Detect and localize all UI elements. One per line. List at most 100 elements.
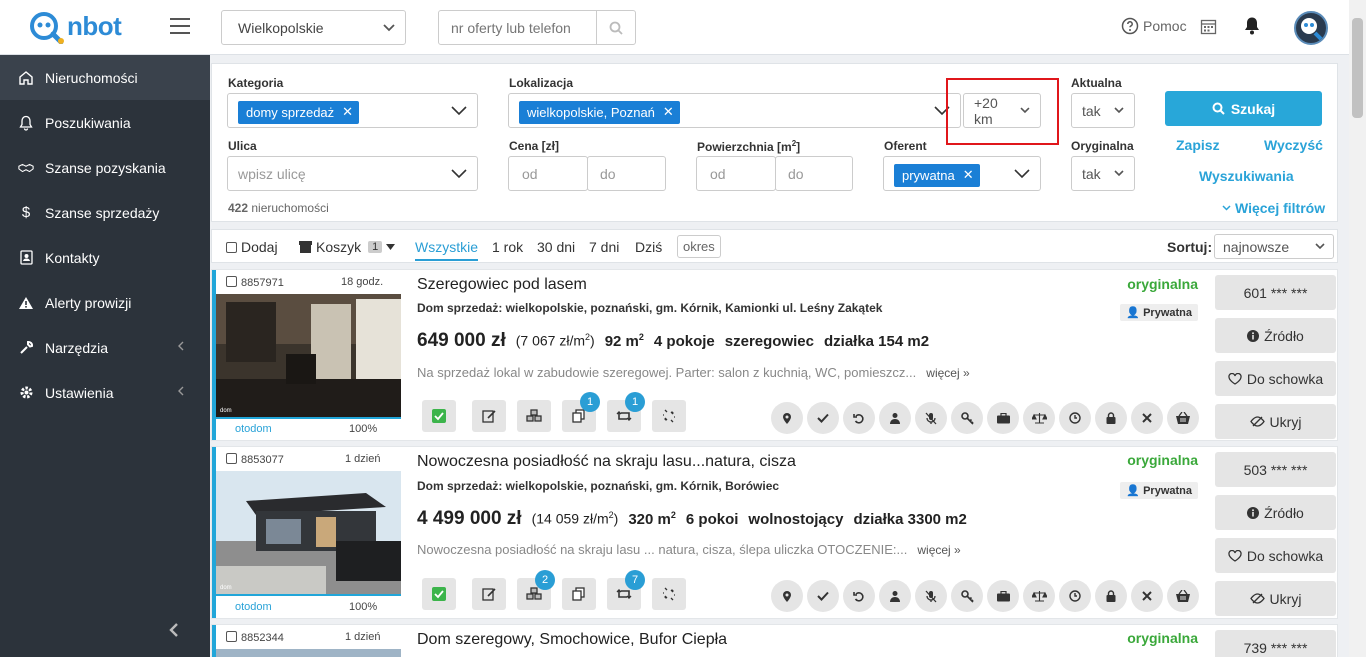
listing-title[interactable]: Dom szeregowy, Smochowice, Bufor Ciepła (417, 631, 727, 649)
source-button[interactable]: Źródło (1215, 495, 1336, 530)
notifications-bell-icon[interactable] (1244, 16, 1260, 35)
sidebar-item-kontakty[interactable]: Kontakty (0, 235, 210, 280)
briefcase-button[interactable] (987, 580, 1019, 612)
listing-id[interactable]: 8853077 (226, 453, 284, 466)
key-button[interactable] (951, 402, 983, 434)
user-button[interactable] (879, 580, 911, 612)
lock-button[interactable] (1095, 402, 1127, 434)
listing-source-link[interactable]: otodom (235, 423, 272, 435)
period-1-year-tab[interactable]: 1 rok (492, 239, 523, 255)
check-button[interactable] (807, 402, 839, 434)
unlink-button[interactable] (652, 400, 686, 432)
more-link[interactable]: więcej » (926, 366, 969, 380)
listing-photo[interactable]: dom (216, 294, 401, 417)
mute-mic-button[interactable] (915, 402, 947, 434)
powierzchnia-od-input[interactable]: od (696, 156, 776, 191)
ulica-select[interactable]: wpisz ulicę (227, 156, 478, 191)
briefcase-button[interactable] (987, 402, 1019, 434)
sidebar-item-nieruchomosci[interactable]: Nieruchomości (0, 55, 210, 100)
period-7-days-tab[interactable]: 7 dni (589, 239, 619, 255)
sidebar-item-alerty-prowizji[interactable]: Alerty prowizji (0, 280, 210, 325)
sort-select[interactable]: najnowsze (1214, 234, 1334, 259)
close-button[interactable] (1131, 580, 1163, 612)
help-link[interactable]: Pomoc (1121, 17, 1187, 35)
scrollbar-thumb[interactable] (1352, 18, 1363, 118)
sidebar-item-poszukiwania[interactable]: Poszukiwania (0, 100, 210, 145)
oferent-select[interactable]: prywatna ✕ (883, 156, 1041, 191)
phone-button[interactable]: 601 *** *** (1215, 275, 1336, 310)
undo-button[interactable] (843, 402, 875, 434)
cubes-button[interactable]: 2 (517, 570, 555, 610)
close-button[interactable] (1131, 402, 1163, 434)
add-to-clipboard-button[interactable]: Do schowka (1215, 538, 1336, 573)
lock-button[interactable] (1095, 580, 1127, 612)
powierzchnia-do-input[interactable]: do (775, 156, 853, 191)
cubes-button[interactable] (517, 400, 551, 432)
page-scrollbar[interactable] (1349, 0, 1366, 657)
period-custom-button[interactable]: okres (677, 235, 721, 258)
sidebar-item-szanse-sprzedazy[interactable]: $ Szanse sprzedaży (0, 190, 210, 235)
user-avatar[interactable] (1294, 11, 1328, 45)
retweet-button[interactable]: 1 (607, 392, 645, 432)
clock-button[interactable] (1059, 580, 1091, 612)
calendar-icon[interactable] (1200, 18, 1217, 35)
search-button[interactable] (596, 11, 635, 44)
cena-od-input[interactable]: od (508, 156, 588, 191)
kategoria-select[interactable]: domy sprzedaż ✕ (227, 93, 478, 128)
listing-title[interactable]: Nowoczesna posiadłość na skraju lasu...n… (417, 453, 796, 471)
sidebar-item-narzedzia[interactable]: Narzędzia (0, 325, 210, 370)
copy-button[interactable]: 1 (562, 392, 600, 432)
check-button[interactable] (807, 580, 839, 612)
user-button[interactable] (879, 402, 911, 434)
sidebar-collapse-icon[interactable] (168, 622, 180, 638)
listing-photo[interactable] (216, 649, 401, 657)
basket-button[interactable] (1167, 402, 1199, 434)
basket-button[interactable] (1167, 580, 1199, 612)
oryginalna-select[interactable]: tak (1071, 156, 1135, 191)
add-checkbox[interactable]: Dodaj (226, 239, 278, 255)
clock-button[interactable] (1059, 402, 1091, 434)
balance-button[interactable] (1023, 580, 1055, 612)
save-search-link[interactable]: Zapisz (1176, 137, 1220, 153)
hide-button[interactable]: Ukryj (1215, 581, 1336, 616)
period-30-days-tab[interactable]: 30 dni (537, 239, 575, 255)
key-button[interactable] (951, 580, 983, 612)
edit-note-button[interactable] (472, 400, 506, 432)
region-select[interactable]: Wielkopolskie (221, 10, 406, 45)
map-marker-button[interactable] (771, 402, 803, 434)
add-to-clipboard-button[interactable]: Do schowka (1215, 361, 1336, 396)
balance-button[interactable] (1023, 402, 1055, 434)
menu-toggle-icon[interactable] (170, 18, 190, 36)
copy-button[interactable] (562, 578, 596, 610)
map-marker-button[interactable] (771, 580, 803, 612)
hide-button[interactable]: Ukryj (1215, 404, 1336, 439)
listing-title[interactable]: Szeregowiec pod lasem (417, 276, 587, 294)
remove-tag-icon[interactable]: ✕ (342, 104, 353, 120)
listing-id[interactable]: 8852344 (226, 631, 284, 644)
clear-filters-link[interactable]: Wyczyść (1264, 137, 1323, 153)
sidebar-item-szanse-pozyskania[interactable]: Szanse pozyskania (0, 145, 210, 190)
listing-source-link[interactable]: otodom (235, 601, 272, 613)
basket-dropdown[interactable]: Koszyk 1 (299, 239, 396, 255)
logo-text[interactable]: nbot (67, 11, 122, 42)
mute-mic-button[interactable] (915, 580, 947, 612)
sidebar-item-ustawienia[interactable]: Ustawienia (0, 370, 210, 415)
phone-button[interactable]: 503 *** *** (1215, 452, 1336, 487)
retweet-button[interactable]: 7 (607, 570, 645, 610)
period-today-tab[interactable]: Dziś (635, 239, 662, 255)
aktualna-select[interactable]: tak (1071, 93, 1135, 128)
more-link[interactable]: więcej » (917, 543, 960, 557)
more-filters-link[interactable]: Więcej filtrów (1222, 200, 1325, 216)
mark-done-button[interactable] (422, 578, 456, 610)
lokalizacja-select[interactable]: wielkopolskie, Poznań ✕ (508, 93, 961, 128)
source-button[interactable]: Źródło (1215, 318, 1336, 353)
remove-tag-icon[interactable]: ✕ (963, 167, 974, 183)
offer-search-input[interactable] (439, 11, 597, 44)
listing-id[interactable]: 8857971 (226, 276, 284, 289)
phone-button[interactable]: 739 *** *** (1215, 630, 1336, 657)
listing-photo[interactable]: dom (216, 471, 401, 594)
szukaj-button[interactable]: Szukaj (1165, 91, 1322, 126)
period-all-tab[interactable]: Wszystkie (415, 239, 478, 261)
undo-button[interactable] (843, 580, 875, 612)
remove-tag-icon[interactable]: ✕ (663, 104, 674, 120)
